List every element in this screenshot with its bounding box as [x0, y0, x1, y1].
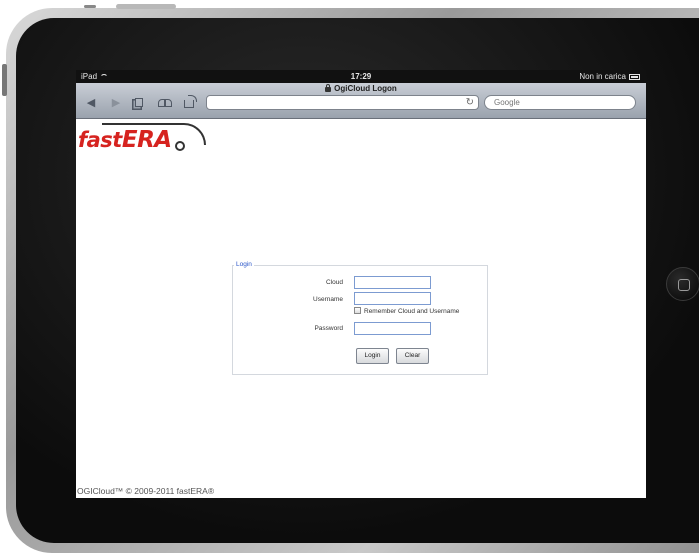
home-button[interactable] [666, 267, 699, 301]
remember-checkbox[interactable] [354, 307, 361, 314]
footer-copyright: OGICloud™ © 2009-2011 fastERA® [77, 486, 215, 496]
search-input[interactable] [494, 98, 635, 107]
page-title: OgiCloud Logon [76, 83, 646, 94]
login-fieldset: Login Cloud Username Remember Cloud and … [232, 260, 488, 375]
back-arrow-icon[interactable]: ◀ [85, 96, 97, 110]
password-field[interactable] [354, 322, 431, 340]
photo-scene: iPad 17:29 Non in carica OgiCloud Logon … [0, 0, 699, 557]
home-square-icon [678, 279, 690, 291]
share-icon [184, 95, 197, 108]
address-bar[interactable]: ↻ [206, 95, 479, 110]
reload-icon[interactable]: ↻ [466, 97, 474, 109]
fastera-logo: fastERA [78, 123, 206, 157]
pages-button[interactable] [132, 96, 146, 110]
logo-circle-mark [175, 141, 185, 151]
page-title-text: OgiCloud Logon [334, 84, 397, 93]
side-switch [2, 64, 7, 96]
safari-toolbar: OgiCloud Logon ◀ ▶ ↻ [76, 83, 646, 119]
login-button[interactable]: Login [356, 348, 389, 364]
cloud-label: Cloud [326, 279, 343, 286]
login-legend: Login [234, 260, 254, 270]
battery-text: Non in carica [579, 72, 626, 81]
battery-status: Non in carica [579, 70, 640, 83]
remember-option[interactable]: Remember Cloud and Username [354, 307, 459, 317]
sleep-button [116, 4, 176, 9]
battery-icon [629, 73, 640, 80]
cloud-field[interactable] [354, 276, 431, 294]
clear-button[interactable]: Clear [396, 348, 429, 364]
bookmarks-button[interactable] [158, 96, 174, 110]
lock-icon [325, 84, 332, 92]
bookmarks-icon [158, 99, 172, 107]
forward-arrow-icon[interactable]: ▶ [110, 96, 122, 110]
ipad-edge-mark [84, 5, 96, 8]
remember-label: Remember Cloud and Username [364, 308, 460, 315]
status-bar: iPad 17:29 Non in carica [76, 70, 646, 83]
logo-swoosh [102, 123, 206, 145]
username-label: Username [313, 296, 343, 303]
status-time: 17:29 [350, 72, 372, 81]
password-label: Password [314, 325, 343, 332]
ipad-screen: iPad 17:29 Non in carica OgiCloud Logon … [76, 70, 646, 498]
username-field[interactable] [354, 292, 431, 310]
web-page: fastERA Login Cloud Username Remember Cl… [76, 120, 646, 498]
search-field[interactable] [484, 95, 636, 110]
pages-icon [135, 98, 143, 107]
share-button[interactable] [182, 95, 198, 110]
password-input[interactable] [355, 329, 430, 340]
